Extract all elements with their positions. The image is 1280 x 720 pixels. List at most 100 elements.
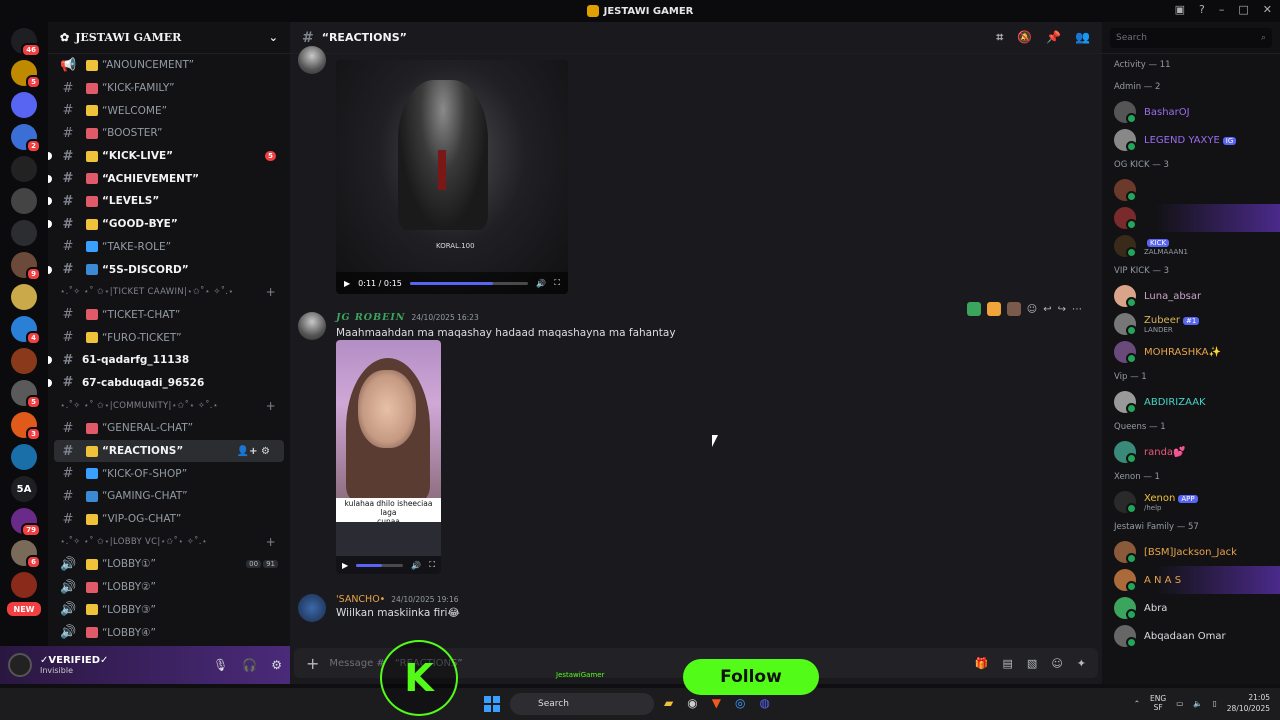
sticker-icon[interactable]: ▧ (1027, 657, 1037, 670)
member-item[interactable]: KICK ZALMAAAN1 (1102, 232, 1280, 260)
members-icon[interactable]: 👥 (1075, 30, 1090, 45)
network-icon[interactable]: ▭ (1176, 699, 1183, 708)
member-item[interactable]: Zubeer #1 LANDER (1102, 310, 1280, 338)
channel-item[interactable]: 🔊 “LOBBY①” 00 91 (48, 553, 290, 576)
search-input[interactable]: Search ⌕ (1110, 27, 1272, 48)
pin-icon[interactable]: 📌 (1046, 30, 1061, 45)
server-icon[interactable]: 9 (11, 252, 41, 281)
settings-gear-icon[interactable]: ⚙ (271, 658, 282, 672)
server-icon[interactable] (11, 188, 37, 214)
message-author[interactable]: JG ROBEIN 24/10/2025 16:23 (336, 312, 676, 323)
inbox-icon[interactable]: ▣ (1175, 3, 1185, 16)
server-icon[interactable]: 5A (11, 476, 37, 502)
member-item[interactable]: LEGEND YAXYE IG (1102, 126, 1280, 154)
server-icon[interactable]: 2 (11, 124, 41, 153)
server-icon[interactable] (11, 284, 37, 310)
channel-item[interactable]: #61-qadarfg_11138 (48, 349, 290, 372)
fullscreen-icon[interactable]: ⛶ (429, 560, 435, 570)
chevron-down-icon[interactable]: ⌄ (269, 31, 278, 44)
channel-category[interactable]: ⋆.˚✧ ⋆˚ ✩⋆|LOBBY VC|⋆✩˚⋆ ✧˚.⋆ + (48, 530, 290, 553)
windows-start-icon[interactable] (484, 696, 500, 712)
member-item[interactable]: Abra (1102, 594, 1280, 622)
server-icon[interactable] (11, 572, 37, 598)
channel-item[interactable]: # “LEVELS” (48, 190, 290, 213)
channel-item[interactable]: # “FURO-TICKET” (48, 326, 290, 349)
play-icon[interactable]: ▶ (344, 279, 350, 288)
server-icon[interactable] (11, 348, 37, 374)
apps-icon[interactable]: ✦ (1077, 657, 1086, 670)
taskbar-search[interactable]: Search (510, 693, 654, 715)
add-channel-icon[interactable]: + (266, 399, 276, 413)
volume-icon[interactable]: 🔊 (411, 561, 421, 570)
more-icon[interactable]: ⋯ (1072, 304, 1082, 315)
server-icon[interactable]: 6 (11, 540, 41, 569)
channel-item[interactable]: # “ACHIEVEMENT” (48, 167, 290, 190)
add-channel-icon[interactable]: + (266, 285, 276, 299)
chrome-icon[interactable]: ◎ (735, 696, 745, 710)
channel-item[interactable]: # “GOOD-BYE” (48, 213, 290, 236)
server-icon[interactable]: 3 (11, 412, 41, 441)
member-item[interactable]: MOHRASHKA✨ (1102, 338, 1280, 366)
avatar[interactable] (8, 653, 32, 677)
emoji-icon[interactable]: ☺ (1051, 657, 1062, 670)
gif-icon[interactable]: ▤ (1003, 657, 1013, 670)
reaction-custom-icon[interactable] (1006, 302, 1021, 316)
volume-tray-icon[interactable]: 🔈 (1193, 699, 1202, 708)
reply-icon[interactable]: ↩ (1043, 304, 1051, 315)
server-icon[interactable]: 5 (11, 60, 41, 89)
server-icon[interactable] (11, 444, 37, 470)
video-player[interactable]: kulahaa dhilo isheeciaa laga cunaa ▶ 🔊 ⛶ (336, 340, 441, 574)
follow-button[interactable]: Follow (683, 659, 819, 695)
member-item[interactable]: randa💕 (1102, 438, 1280, 466)
channel-item[interactable]: 🔊 “LOBBY②” (48, 576, 290, 599)
add-channel-icon[interactable]: + (266, 535, 276, 549)
server-icon[interactable] (11, 156, 37, 182)
avatar[interactable] (298, 312, 326, 340)
channel-item[interactable]: 🔊 “LOBBY③” (48, 599, 290, 622)
volume-icon[interactable]: 🔊 (536, 279, 546, 288)
channel-item[interactable]: # “KICK-OF-SHOP” (48, 462, 290, 485)
forward-icon[interactable]: ↪ (1058, 304, 1066, 315)
channel-item[interactable]: 📢 “ANOUNCEMENT” (48, 54, 290, 77)
video-seek-bar[interactable] (409, 281, 529, 285)
channel-item[interactable]: 🔊 “LOBBY④” (48, 621, 290, 644)
channel-item[interactable]: # “TAKE-ROLE” (48, 236, 290, 259)
video-seek-bar[interactable] (356, 563, 404, 567)
member-item[interactable]: Xenon APP/help (1102, 488, 1280, 516)
channel-item[interactable]: # “GAMING-CHAT” (48, 485, 290, 508)
member-item[interactable]: Luna_absar (1102, 282, 1280, 310)
server-icon[interactable]: 46 (11, 28, 41, 57)
member-item[interactable]: [BSM]Jackson_Jack (1102, 538, 1280, 566)
channel-item[interactable]: # “VIP-OG-CHAT” (48, 508, 290, 531)
member-item[interactable]: ABDIRIZAAK (1102, 388, 1280, 416)
mute-bell-icon[interactable]: 🔕 (1017, 30, 1032, 45)
attach-plus-icon[interactable]: + (306, 654, 319, 673)
channel-item[interactable]: # “BOOSTER” (48, 122, 290, 145)
server-icon[interactable]: 79 (11, 508, 41, 537)
member-item[interactable]: Abqadaan Omar (1102, 622, 1280, 650)
avatar[interactable] (298, 594, 326, 622)
brave-icon[interactable]: ▼ (712, 696, 721, 710)
help-icon[interactable]: ? (1199, 3, 1205, 16)
server-header[interactable]: ✿ JESTAWI GAMER ⌄ (48, 22, 290, 54)
server-icon[interactable]: 4 (11, 316, 41, 345)
channel-item[interactable]: # “REACTIONS” 👤+ ⚙ (54, 439, 284, 463)
language-indicator[interactable]: ENG SF (1150, 694, 1166, 712)
fullscreen-icon[interactable]: ⛶ (554, 278, 560, 288)
obs-icon[interactable]: ◉ (687, 696, 697, 710)
channel-item[interactable]: # “GENERAL-CHAT” (48, 417, 290, 440)
play-icon[interactable]: ▶ (342, 561, 348, 570)
threads-icon[interactable]: ⌗ (996, 30, 1003, 45)
microphone-icon[interactable]: 🎙 (213, 658, 228, 672)
tray-chevron-icon[interactable]: ⌃ (1134, 699, 1140, 708)
server-icon[interactable]: 5 (11, 380, 41, 409)
new-badge[interactable]: NEW (7, 602, 41, 616)
member-item[interactable] (1102, 204, 1280, 232)
member-item[interactable]: A N A S (1102, 566, 1280, 594)
minimize-button[interactable]: – (1219, 3, 1225, 16)
file-explorer-icon[interactable]: ▰ (664, 696, 673, 710)
channel-category[interactable]: ⋆.˚✧ ⋆˚ ✩⋆|TICKET CAAWIN|⋆✩˚⋆ ✧˚.⋆ + (48, 281, 290, 304)
clock[interactable]: 21:05 28/10/2025 (1227, 692, 1270, 714)
discord-icon[interactable]: ◍ (759, 696, 769, 710)
maximize-button[interactable]: □ (1238, 3, 1248, 16)
